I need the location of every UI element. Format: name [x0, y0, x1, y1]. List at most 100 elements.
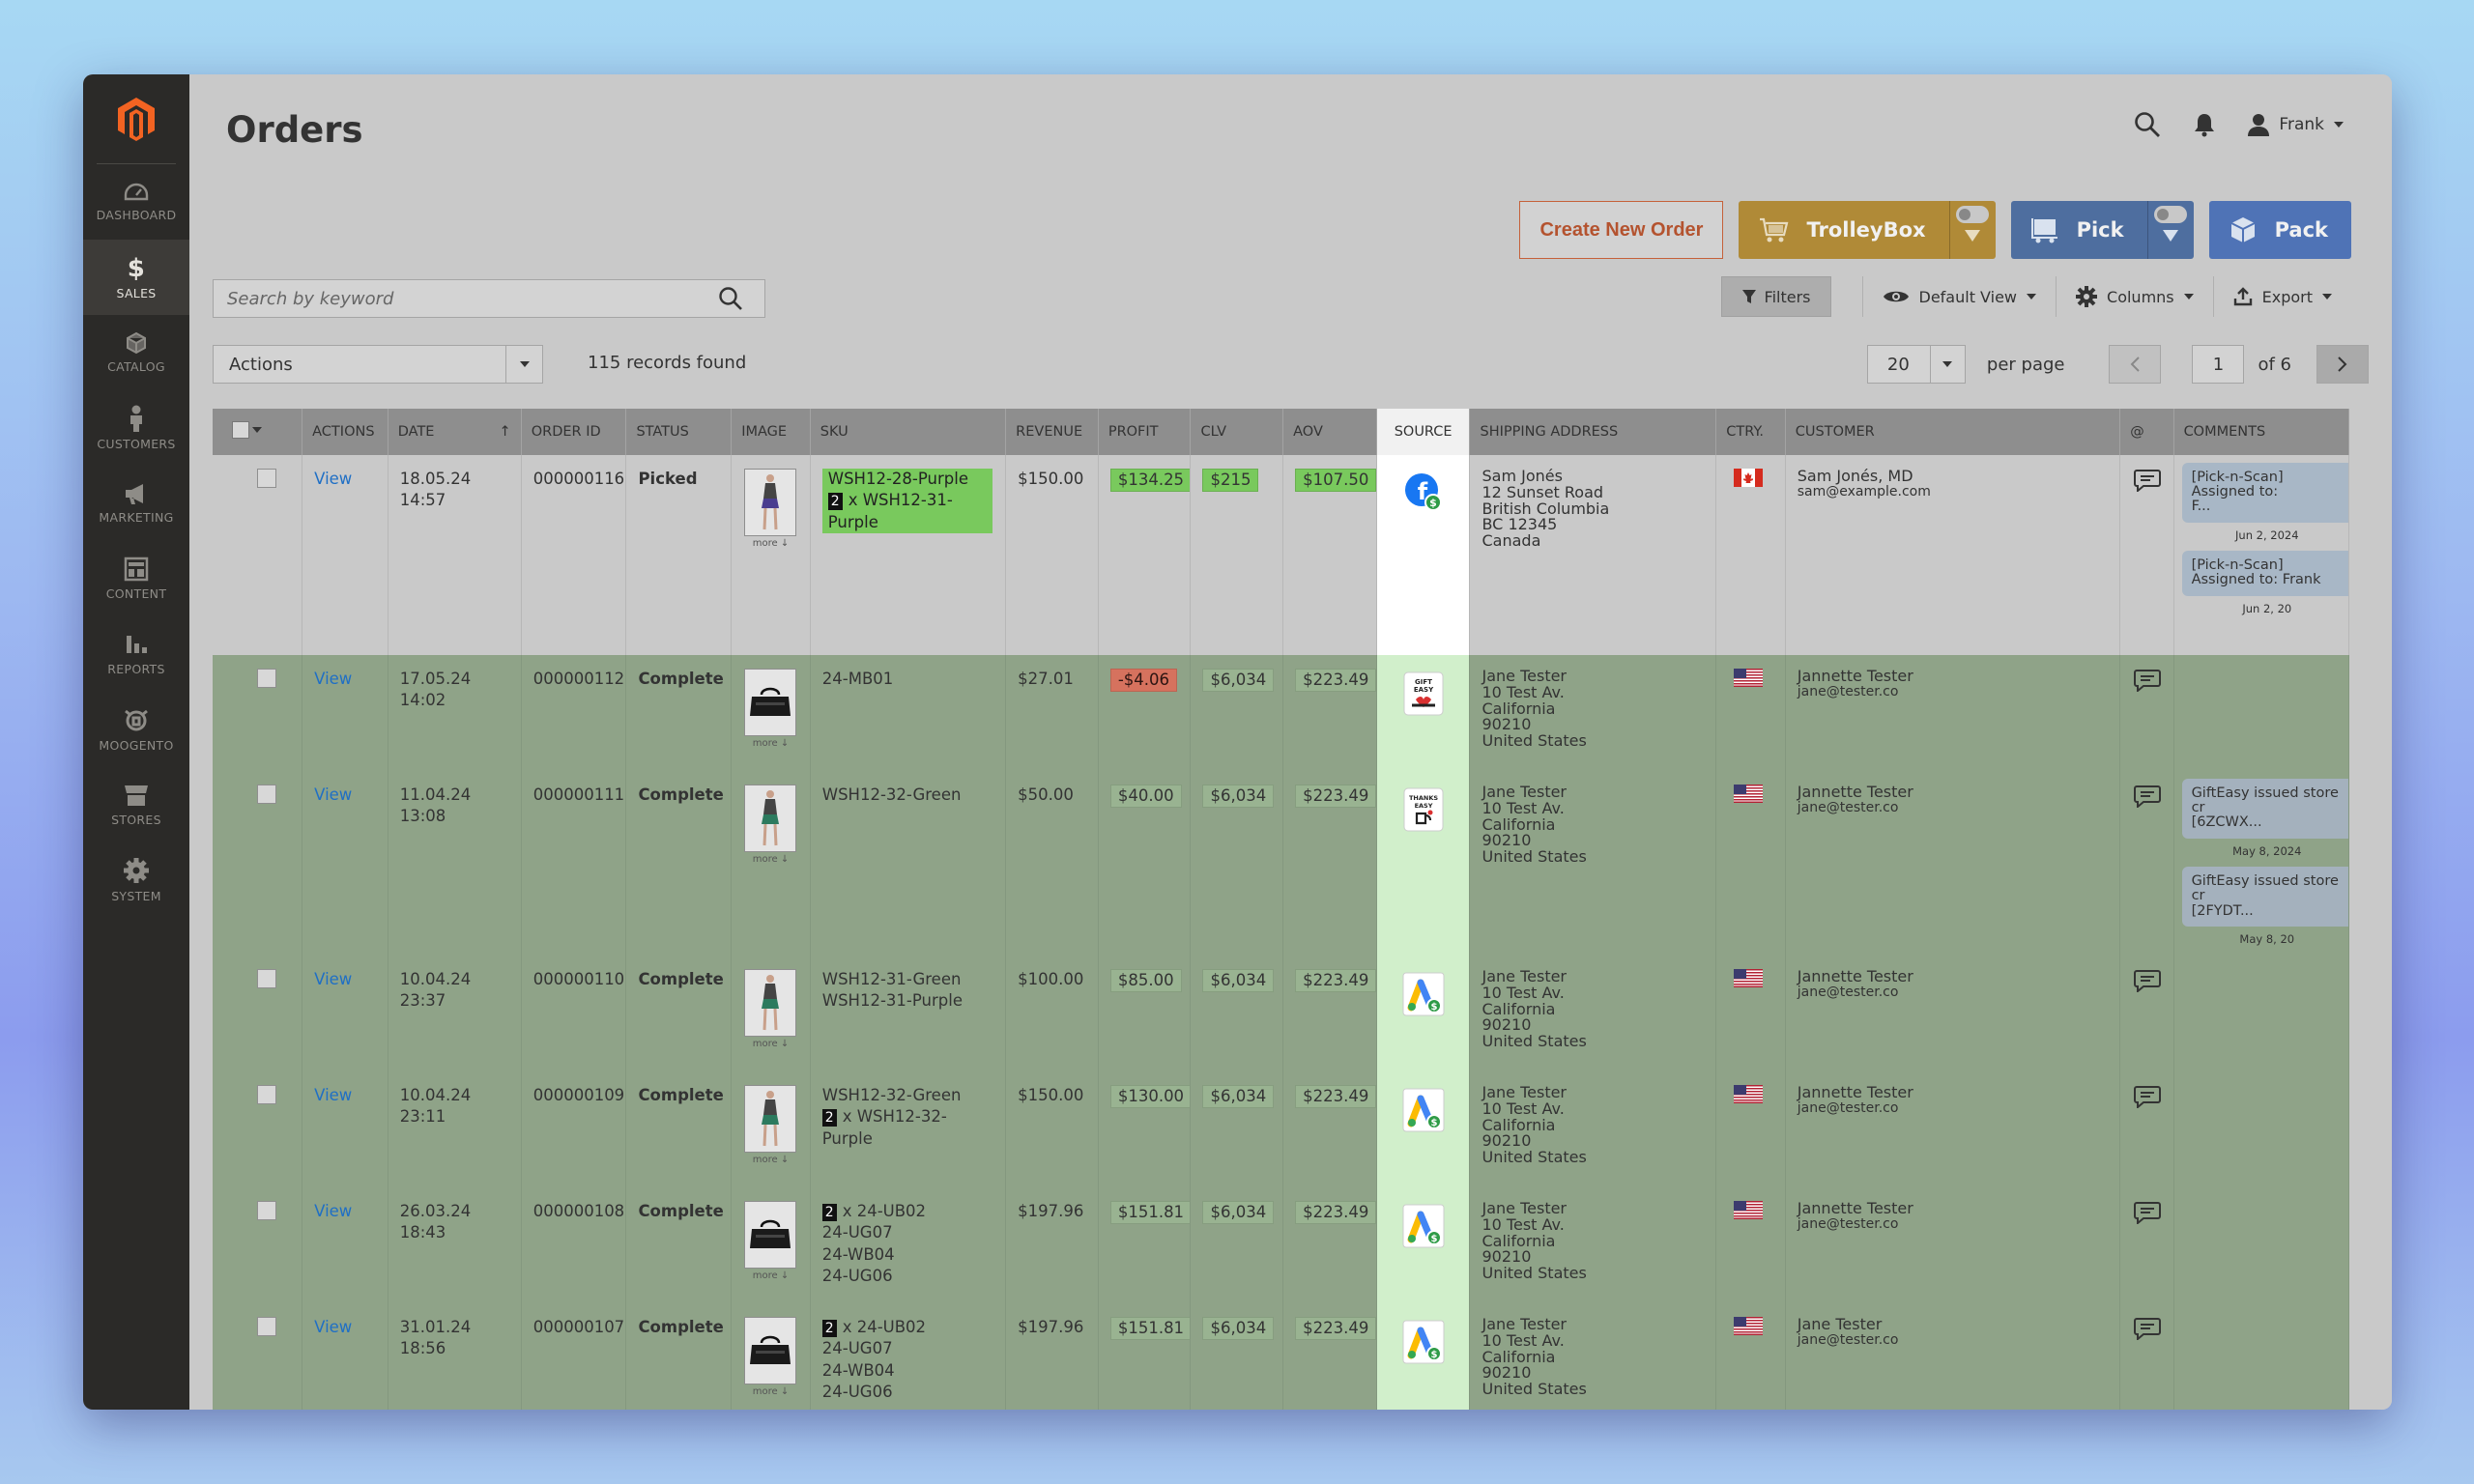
customer-email[interactable]: jane@tester.co	[1798, 1333, 2110, 1348]
chat-bubble-icon[interactable]	[2134, 669, 2162, 694]
row-select-cell[interactable]	[213, 1187, 303, 1303]
more-link[interactable]: more ↓	[737, 1270, 804, 1283]
col-sku[interactable]: SKU	[810, 409, 1007, 455]
row-checkbox[interactable]	[257, 669, 276, 688]
customer-name[interactable]: Jannette Tester	[1798, 1200, 2110, 1217]
per-page-dropdown[interactable]	[1929, 346, 1965, 383]
customer-name[interactable]: Sam Jonés, MD	[1798, 468, 2110, 485]
customer-email[interactable]: jane@tester.co	[1798, 985, 2110, 1000]
col-actions[interactable]: ACTIONS	[302, 409, 388, 455]
nav-system[interactable]: SYSTEM	[83, 842, 189, 918]
col-aov[interactable]: AOV	[1282, 409, 1377, 455]
magento-logo[interactable]	[97, 74, 176, 164]
google-ads-icon[interactable]: $	[1401, 1203, 1446, 1255]
select-all-checkbox[interactable]	[232, 421, 249, 439]
product-thumbnail[interactable]	[744, 1085, 797, 1153]
customer-name[interactable]: Jannette Tester	[1798, 784, 2110, 801]
toggle-switch[interactable]	[1955, 206, 1989, 223]
nav-customers[interactable]: CUSTOMERS	[83, 390, 189, 466]
more-link[interactable]: more ↓	[737, 1154, 804, 1167]
row-checkbox[interactable]	[257, 969, 276, 988]
more-link[interactable]: more ↓	[737, 1385, 804, 1399]
row-select-cell[interactable]	[213, 655, 303, 771]
row-select-cell[interactable]	[213, 1303, 303, 1410]
row-select-cell[interactable]	[213, 1071, 303, 1187]
user-menu[interactable]: Frank	[2248, 113, 2344, 136]
trolleybox-button[interactable]: TrolleyBox	[1739, 201, 1996, 259]
view-order-link[interactable]: View	[314, 1202, 352, 1220]
view-order-link[interactable]: View	[314, 970, 352, 988]
more-link[interactable]: more ↓	[737, 853, 804, 867]
product-thumbnail[interactable]	[744, 469, 797, 536]
nav-reports[interactable]: REPORTS	[83, 616, 189, 692]
create-order-button[interactable]: Create New Order	[1519, 201, 1724, 259]
comment-bubble[interactable]: [Pick-n-Scan] Assigned to: Frank	[2181, 551, 2348, 596]
customer-name[interactable]: Jannette Tester	[1798, 668, 2110, 685]
col-shipping-address[interactable]: SHIPPING ADDRESS	[1469, 409, 1717, 455]
actions-dropdown-toggle[interactable]	[505, 346, 542, 383]
comment-bubble[interactable]: [Pick-n-Scan] Assigned to: F...	[2181, 463, 2348, 523]
col-image[interactable]: IMAGE	[731, 409, 811, 455]
row-checkbox[interactable]	[257, 785, 276, 804]
google-ads-icon[interactable]: $	[1401, 971, 1446, 1023]
table-row[interactable]: View 18.05.24 14:57 000000116 Picked mor…	[213, 455, 2349, 655]
chat-bubble-icon[interactable]	[2134, 785, 2162, 810]
table-row[interactable]: View 17.05.24 14:02 000000112 Complete m…	[213, 655, 2349, 771]
comment-bubble[interactable]: GiftEasy issued store cr [2FYDT...	[2181, 867, 2348, 927]
search-icon[interactable]	[718, 286, 743, 311]
row-checkbox[interactable]	[257, 1201, 276, 1220]
product-thumbnail[interactable]	[744, 1317, 797, 1384]
table-row[interactable]: View 10.04.24 23:11 000000109 Complete m…	[213, 1071, 2349, 1187]
google-ads-icon[interactable]: $	[1401, 1319, 1446, 1371]
col-country[interactable]: CTRY.	[1715, 409, 1786, 455]
next-page-button[interactable]	[2316, 345, 2369, 384]
filters-button[interactable]: Filters	[1720, 276, 1831, 317]
col-revenue[interactable]: REVENUE	[1005, 409, 1099, 455]
view-order-link[interactable]: View	[314, 670, 352, 688]
thanks-easy-icon[interactable]: THANKS EASY	[1402, 786, 1445, 839]
customer-name[interactable]: Jannette Tester	[1798, 1084, 2110, 1101]
nav-content[interactable]: CONTENT	[83, 541, 189, 616]
customer-email[interactable]: jane@tester.co	[1798, 1101, 2110, 1116]
row-select-cell[interactable]	[213, 956, 303, 1071]
more-link[interactable]: more ↓	[737, 1038, 804, 1051]
col-customer[interactable]: CUSTOMER	[1785, 409, 2121, 455]
more-link[interactable]: more ↓	[737, 537, 804, 551]
table-row[interactable]: View 31.01.24 18:56 000000107 Complete m…	[213, 1303, 2349, 1410]
nav-marketing[interactable]: MARKETING	[83, 466, 189, 541]
nav-stores[interactable]: STORES	[83, 767, 189, 842]
chat-bubble-icon[interactable]	[2134, 1085, 2162, 1110]
search-icon[interactable]	[2134, 111, 2161, 138]
comment-bubble[interactable]: GiftEasy issued store cr [6ZCWX...	[2181, 779, 2348, 839]
gift-easy-icon[interactable]: GIFT EASY	[1402, 671, 1445, 723]
nav-sales[interactable]: $ SALES	[83, 240, 189, 315]
product-thumbnail[interactable]	[744, 969, 797, 1037]
chat-bubble-icon[interactable]	[2134, 469, 2162, 494]
product-thumbnail[interactable]	[744, 669, 797, 736]
col-email-flag[interactable]: @	[2119, 409, 2174, 455]
pick-button[interactable]: Pick	[2010, 201, 2194, 259]
product-thumbnail[interactable]	[744, 785, 797, 852]
keyword-search[interactable]: Search by keyword	[213, 279, 765, 318]
nav-moogento[interactable]: MOOGENTO	[83, 692, 189, 767]
table-row[interactable]: View 10.04.24 23:37 000000110 Complete m…	[213, 956, 2349, 1071]
bell-icon[interactable]	[2194, 112, 2215, 137]
col-status[interactable]: STATUS	[625, 409, 733, 455]
customer-email[interactable]: jane@tester.co	[1798, 685, 2110, 699]
view-order-link[interactable]: View	[314, 1318, 352, 1336]
prev-page-button[interactable]	[2109, 345, 2162, 384]
row-select-cell[interactable]	[213, 771, 303, 956]
view-order-link[interactable]: View	[314, 785, 352, 804]
page-input[interactable]: 1	[2192, 345, 2245, 384]
table-row[interactable]: View 11.04.24 13:08 000000111 Complete m…	[213, 771, 2349, 956]
chat-bubble-icon[interactable]	[2134, 1317, 2162, 1342]
product-thumbnail[interactable]	[744, 1201, 797, 1269]
chat-bubble-icon[interactable]	[2134, 969, 2162, 994]
col-order-id[interactable]: ORDER ID	[521, 409, 627, 455]
col-clv[interactable]: CLV	[1190, 409, 1284, 455]
row-select-cell[interactable]	[213, 455, 303, 655]
customer-name[interactable]: Jannette Tester	[1798, 968, 2110, 985]
row-checkbox[interactable]	[257, 1085, 276, 1104]
pack-button[interactable]: Pack	[2208, 201, 2351, 259]
table-row[interactable]: View 26.03.24 18:43 000000108 Complete m…	[213, 1187, 2349, 1303]
